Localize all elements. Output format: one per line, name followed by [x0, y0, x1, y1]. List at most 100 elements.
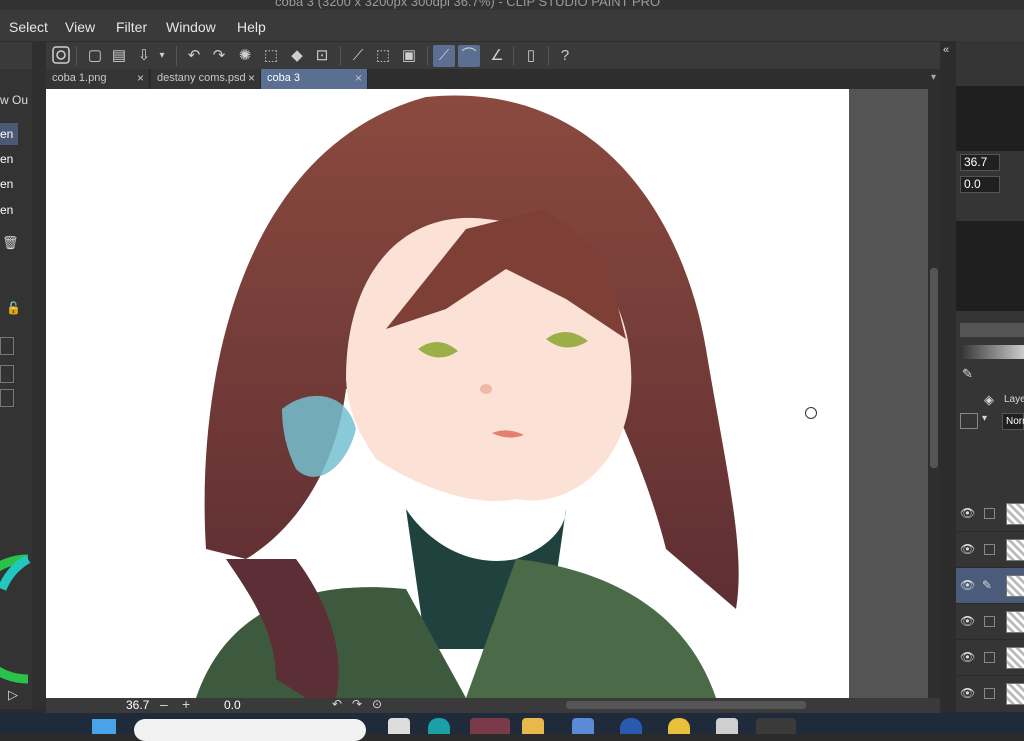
play-icon[interactable]: ▷ [8, 687, 18, 703]
layer-lock-checkbox[interactable] [984, 508, 995, 519]
chevron-down-icon[interactable]: ▾ [931, 72, 936, 83]
transform-icon[interactable]: ⊡ [311, 45, 333, 67]
layer-color-box[interactable] [960, 413, 978, 429]
layer-row[interactable]: 👁 [956, 604, 1024, 640]
document-tabs: coba 1.png × destany coms.psd × coba 3 ×… [46, 69, 940, 89]
menu-select[interactable]: Select [9, 19, 48, 35]
menu-window[interactable]: Window [166, 19, 216, 35]
navigator-preview[interactable] [956, 86, 1024, 151]
scrollbar-thumb[interactable] [930, 268, 938, 468]
canvas[interactable] [46, 89, 849, 698]
tab-coba-1[interactable]: coba 1.png × [46, 69, 150, 89]
close-icon[interactable]: × [248, 71, 255, 85]
list-item[interactable]: en [0, 123, 18, 145]
menu-view[interactable]: View [65, 19, 95, 35]
redo-icon[interactable]: ↷ [208, 45, 230, 67]
sub-view-panel[interactable] [956, 221, 1024, 311]
prohibit-icon[interactable] [0, 365, 14, 383]
new-canvas-icon[interactable]: ▢ [84, 45, 106, 67]
tab-label: coba 3 [267, 72, 301, 84]
eye-icon[interactable]: 👁 [960, 686, 975, 700]
save-icon[interactable]: ⇩ [133, 45, 155, 67]
tab-coba-3[interactable]: coba 3 × [261, 69, 368, 89]
color-wheel[interactable] [0, 549, 32, 689]
store-icon[interactable] [572, 718, 594, 734]
zoom-out-button[interactable]: – [160, 696, 168, 712]
zoom-value[interactable]: 36.7 [126, 698, 149, 712]
color-slider[interactable] [960, 323, 1024, 337]
lock-icon[interactable]: 🔓 [6, 301, 21, 315]
snap-special-icon[interactable]: ⬚ [372, 45, 394, 67]
browser-icon[interactable] [620, 718, 642, 734]
tab-destany[interactable]: destany coms.psd × [151, 69, 261, 89]
list-item[interactable]: en [0, 173, 18, 195]
layer-row[interactable]: 👁 [956, 640, 1024, 676]
layer-lock-checkbox[interactable] [984, 652, 995, 663]
snap-ruler-icon[interactable]: ⟋ [347, 45, 369, 67]
pen-line-icon[interactable]: ∠ [486, 45, 508, 67]
layer-lock-checkbox[interactable] [984, 616, 995, 627]
delete-icon[interactable]: 🗑 [2, 235, 19, 251]
clip-studio-icon[interactable] [756, 718, 796, 734]
rotate-value[interactable]: 0.0 [224, 698, 241, 712]
close-icon[interactable]: × [137, 71, 144, 85]
left-collapse-strip[interactable] [32, 41, 46, 709]
windows-start-icon[interactable] [92, 719, 116, 734]
eye-icon[interactable]: 👁 [960, 614, 975, 628]
snap-grid-icon[interactable]: ▣ [398, 45, 420, 67]
layer-lock-checkbox[interactable] [984, 688, 995, 699]
list-item[interactable]: en [0, 148, 18, 170]
zoom-in-button[interactable]: + [182, 696, 190, 712]
window-title: coba 3 (3200 x 3200px 300dpi 36.7%) - CL… [275, 0, 661, 9]
close-icon[interactable]: × [355, 71, 362, 85]
layer-lock-checkbox[interactable] [984, 544, 995, 555]
chevron-down-icon[interactable] [0, 389, 14, 407]
menu-help[interactable]: Help [237, 19, 266, 35]
eye-icon[interactable]: 👁 [960, 578, 975, 592]
list-item[interactable]: en [0, 199, 18, 221]
search-input[interactable] [134, 719, 366, 741]
layer-panel-title[interactable]: Laye [1004, 394, 1024, 405]
horizontal-scrollbar[interactable] [566, 701, 806, 709]
device-icon[interactable]: ▯ [520, 45, 542, 67]
help-icon[interactable]: ? [554, 45, 576, 67]
chrome-icon[interactable] [668, 718, 690, 734]
eye-icon[interactable]: 👁 [960, 650, 975, 664]
open-icon[interactable]: ▤ [108, 45, 130, 67]
right-collapse-strip[interactable] [940, 41, 956, 713]
pen-curve-icon[interactable]: ⌒ [458, 45, 480, 67]
collapse-icon[interactable]: « [943, 44, 949, 56]
artwork-illustration [196, 95, 739, 698]
layer-row[interactable]: 👁 [956, 532, 1024, 568]
clear-icon[interactable]: ⬚ [260, 45, 282, 67]
task-view-icon[interactable] [388, 718, 410, 734]
app-icon[interactable] [716, 718, 738, 734]
layer-row[interactable]: 👁 ✎ [956, 568, 1024, 604]
chevron-down-icon[interactable]: ▾ [982, 413, 987, 424]
eye-icon[interactable]: 👁 [960, 542, 975, 556]
layer-row[interactable]: 👁 [956, 676, 1024, 713]
rotate-right-icon[interactable]: ↷ [352, 697, 362, 711]
chevron-down-icon[interactable]: ▾ [155, 45, 169, 67]
blend-mode-select[interactable]: Norm [1002, 413, 1024, 430]
edge-icon[interactable] [428, 718, 450, 734]
rotate-left-icon[interactable]: ↶ [332, 697, 342, 711]
eyedropper-icon[interactable]: ✎ [962, 366, 973, 382]
navigator-rotate-input[interactable]: 0.0 [960, 176, 1000, 193]
navigator-zoom-input[interactable]: 36.7 [960, 154, 1000, 171]
menu-bar: Select View Filter Window Help [0, 10, 1024, 41]
pen-stabilizer-icon[interactable]: ⟋ [433, 45, 455, 67]
file-explorer-icon[interactable] [522, 718, 544, 734]
app-logo-icon[interactable] [50, 45, 72, 67]
eye-icon[interactable]: 👁 [960, 506, 975, 520]
check-icon[interactable] [0, 337, 14, 355]
opacity-slider[interactable] [960, 345, 1024, 359]
layer-row[interactable]: 👁 [956, 496, 1024, 532]
undo-icon[interactable]: ↶ [183, 45, 205, 67]
layer-thumbnail [1006, 539, 1024, 561]
reset-rotation-icon[interactable]: ⊙ [372, 697, 382, 711]
loading-icon[interactable]: ✺ [234, 45, 256, 67]
app-icon[interactable] [470, 718, 510, 734]
fill-icon[interactable]: ◆ [286, 45, 308, 67]
menu-filter[interactable]: Filter [116, 19, 147, 35]
